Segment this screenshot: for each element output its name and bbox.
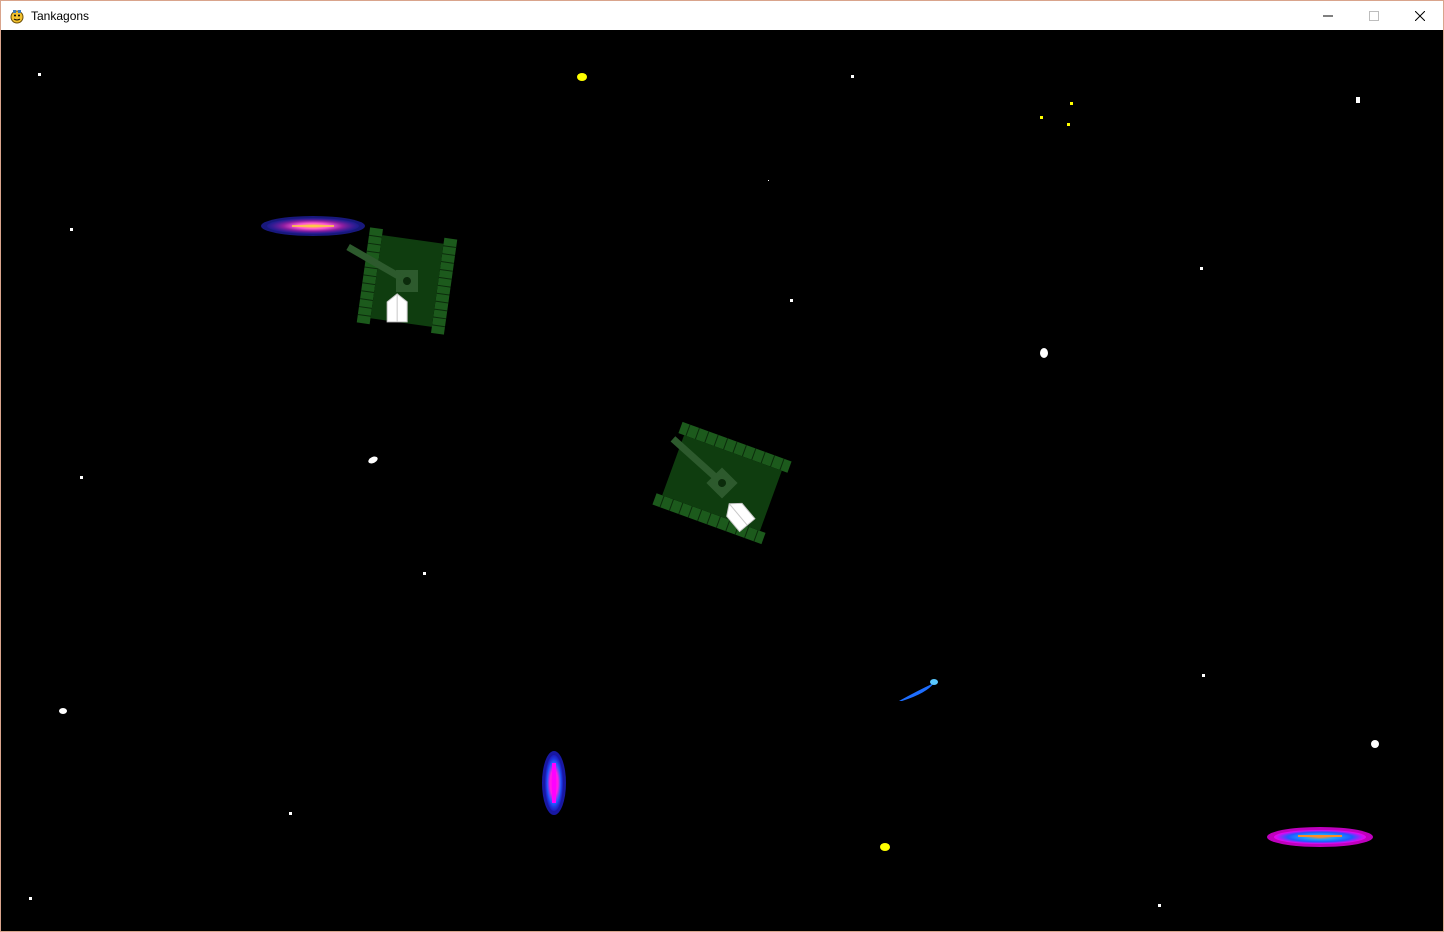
star <box>423 572 426 575</box>
star <box>38 73 41 76</box>
star <box>80 476 83 479</box>
maximize-button[interactable] <box>1351 1 1397 30</box>
star <box>851 75 854 78</box>
star-yellow <box>1040 116 1043 119</box>
nebula-bottom-right <box>1267 827 1373 847</box>
star <box>1040 348 1048 358</box>
star-yellow <box>577 73 587 81</box>
window-title: Tankagons <box>31 8 90 23</box>
close-icon <box>1415 10 1425 21</box>
star-yellow <box>1070 102 1073 105</box>
star <box>368 456 378 464</box>
tank-player-2[interactable] <box>648 420 792 545</box>
comet <box>899 679 938 701</box>
star <box>790 299 793 302</box>
star <box>1371 740 1379 748</box>
window-controls <box>1305 1 1443 30</box>
star <box>29 897 32 900</box>
close-button[interactable] <box>1397 1 1443 30</box>
star <box>1200 267 1203 270</box>
star-yellow <box>880 843 890 851</box>
nebula-top-left <box>261 216 365 236</box>
minimize-button[interactable] <box>1305 1 1351 30</box>
title-bar[interactable]: Tankagons <box>1 1 1443 30</box>
nebula-bottom-center <box>542 751 566 815</box>
game-canvas[interactable] <box>2 31 1443 931</box>
tank-player-1[interactable] <box>337 225 458 335</box>
star <box>1202 674 1205 677</box>
star <box>70 228 73 231</box>
star <box>1158 904 1161 907</box>
star <box>768 180 769 181</box>
star <box>289 812 292 815</box>
pygame-snake-icon <box>9 8 25 24</box>
game-window: Tankagons <box>0 0 1444 932</box>
star <box>1356 97 1360 103</box>
star <box>59 708 67 714</box>
minimize-icon <box>1323 15 1333 16</box>
maximize-icon <box>1369 10 1379 21</box>
star-yellow <box>1067 123 1070 126</box>
